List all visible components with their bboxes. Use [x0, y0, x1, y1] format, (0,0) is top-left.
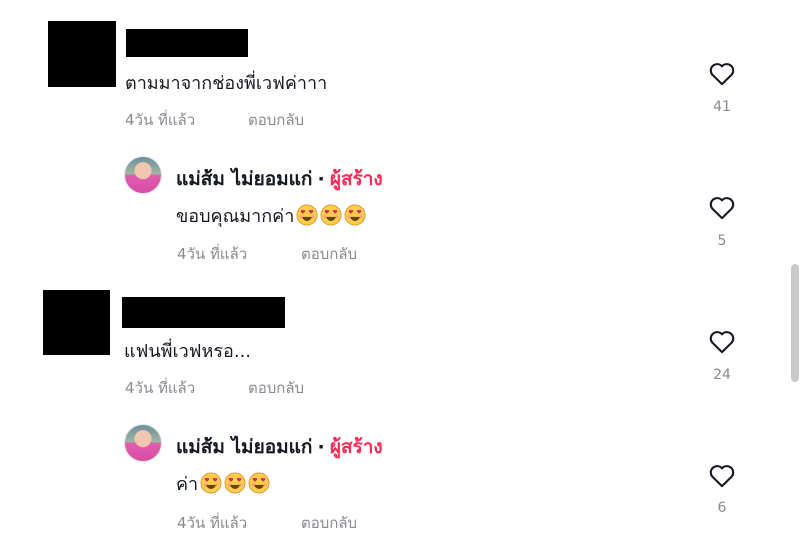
- comment-time: 4วัน ที่แล้ว: [125, 111, 196, 129]
- heart-outline-icon: [709, 197, 735, 220]
- reply-text-line: ขอบคุณมากค่า: [176, 201, 366, 230]
- reply-button[interactable]: ตอบกลับ: [301, 511, 357, 535]
- creator-avatar[interactable]: [124, 156, 162, 194]
- heart-outline-icon: [709, 465, 735, 488]
- reply-time: 4วัน ที่แล้ว: [177, 514, 248, 532]
- smiling-face-with-heart-eyes-icon: [296, 204, 318, 226]
- smiling-face-with-heart-eyes-icon: [224, 472, 246, 494]
- comment-time: 4วัน ที่แล้ว: [125, 379, 196, 397]
- user-avatar-redacted[interactable]: [48, 21, 116, 87]
- creator-badge: ผู้สร้าง: [329, 436, 383, 458]
- like-button[interactable]: [702, 455, 742, 495]
- like-count: 6: [717, 500, 727, 516]
- scrollbar-thumb[interactable]: [791, 264, 799, 382]
- reply-button[interactable]: ตอบกลับ: [248, 108, 304, 132]
- creator-badge: ผู้สร้าง: [329, 168, 383, 190]
- heart-outline-icon: [709, 331, 735, 354]
- like-count: 5: [717, 233, 727, 249]
- username-redacted[interactable]: [122, 297, 285, 328]
- reply-author-line: แม่ส้ม ไม่ยอมแก่ · ผู้สร้าง: [176, 432, 383, 462]
- smiling-face-with-heart-eyes-icon: [320, 204, 342, 226]
- comment-text: แฟนพี่เวฟหรอ...: [124, 341, 252, 362]
- heart-outline-icon: [709, 63, 735, 86]
- smiling-face-with-heart-eyes-icon: [248, 472, 270, 494]
- like-button[interactable]: [702, 53, 742, 93]
- like-button[interactable]: [702, 187, 742, 227]
- reply-text: ค่า: [176, 474, 199, 495]
- reply-button[interactable]: ตอบกลับ: [248, 376, 304, 400]
- reply-text-line: ค่า: [176, 469, 270, 498]
- username-redacted[interactable]: [126, 29, 248, 57]
- reply-author-name[interactable]: แม่ส้ม ไม่ยอมแก่: [176, 436, 312, 458]
- emoji-group: [294, 204, 366, 227]
- like-button[interactable]: [702, 321, 742, 361]
- comment-text: ตามมาจากช่องพี่เวฟค่าาา: [125, 73, 328, 94]
- smiling-face-with-heart-eyes-icon: [200, 472, 222, 494]
- user-avatar-redacted[interactable]: [43, 290, 110, 355]
- reply-time: 4วัน ที่แล้ว: [177, 245, 248, 263]
- reply-author-name[interactable]: แม่ส้ม ไม่ยอมแก่: [176, 168, 312, 190]
- like-count: 24: [713, 367, 731, 383]
- reply-author-line: แม่ส้ม ไม่ยอมแก่ · ผู้สร้าง: [176, 164, 383, 194]
- emoji-group: [198, 472, 270, 495]
- creator-avatar[interactable]: [124, 424, 162, 462]
- reply-text: ขอบคุณมากค่า: [176, 206, 295, 227]
- smiling-face-with-heart-eyes-icon: [344, 204, 366, 226]
- reply-button[interactable]: ตอบกลับ: [301, 242, 357, 266]
- like-count: 41: [713, 99, 731, 115]
- separator-dot: ·: [317, 168, 325, 190]
- separator-dot: ·: [317, 436, 325, 458]
